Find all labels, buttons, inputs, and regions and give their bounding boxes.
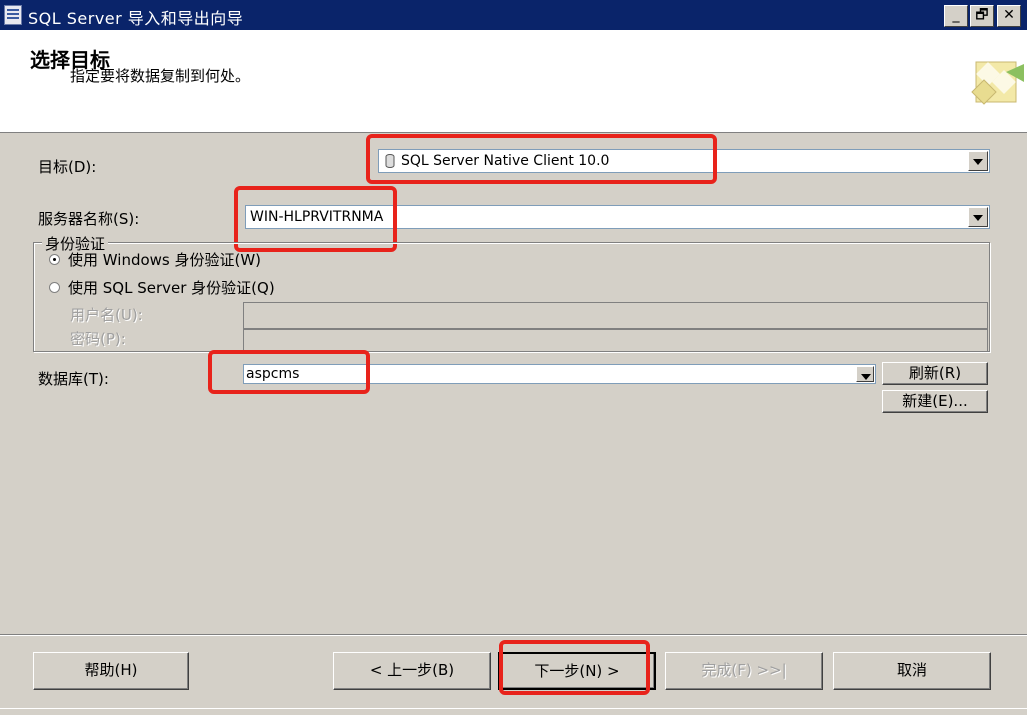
server-name-label: 服务器名称(S): [38, 210, 140, 228]
refresh-button-label: 刷新(R) [908, 364, 962, 382]
restore-button[interactable]: 🗗 [970, 5, 994, 27]
finish-button-label: 完成(F) >>| [701, 661, 787, 679]
refresh-button[interactable]: 刷新(R) [882, 362, 988, 385]
chevron-down-icon[interactable] [968, 207, 988, 227]
help-button-label: 帮助(H) [84, 661, 138, 679]
page-subtitle: 指定要将数据复制到何处。 [70, 67, 251, 85]
username-label: 用户名(U): [70, 306, 143, 324]
highlight-box-database [208, 350, 370, 394]
database-label: 数据库(T): [38, 370, 109, 388]
title-bar: SQL Server 导入和导出向导 _ 🗗 ✕ [0, 0, 1027, 30]
footer-divider [0, 634, 1027, 636]
close-button[interactable]: ✕ [997, 5, 1021, 27]
password-label: 密码(P): [70, 330, 126, 348]
back-button-label: < 上一步(B) [369, 661, 455, 679]
chevron-down-icon[interactable] [968, 151, 988, 171]
finish-button[interactable]: 完成(F) >>| [665, 652, 823, 690]
wizard-graphic-icon [971, 61, 1024, 105]
new-database-button-label: 新建(E)... [902, 392, 968, 410]
auth-windows-radio[interactable] [49, 254, 60, 265]
auth-sql-label[interactable]: 使用 SQL Server 身份验证(Q) [68, 277, 275, 298]
new-database-button[interactable]: 新建(E)... [882, 390, 988, 413]
wizard-header: 选择目标 指定要将数据复制到何处。 [0, 30, 1027, 133]
window-title: SQL Server 导入和导出向导 [28, 9, 244, 28]
highlight-box-next [499, 640, 650, 695]
password-input[interactable] [243, 329, 988, 352]
auth-windows-label[interactable]: 使用 Windows 身份验证(W) [68, 249, 261, 270]
cancel-button[interactable]: 取消 [833, 652, 991, 690]
app-icon [4, 5, 22, 25]
cancel-button-label: 取消 [896, 661, 927, 679]
back-button[interactable]: < 上一步(B) [333, 652, 491, 690]
highlight-box-destination [366, 134, 717, 184]
auth-sql-radio[interactable] [49, 282, 60, 293]
minimize-button[interactable]: _ [944, 5, 968, 27]
chevron-down-icon[interactable] [856, 366, 874, 382]
username-input[interactable] [243, 302, 988, 329]
help-button[interactable]: 帮助(H) [33, 652, 189, 690]
destination-label: 目标(D): [38, 158, 97, 176]
